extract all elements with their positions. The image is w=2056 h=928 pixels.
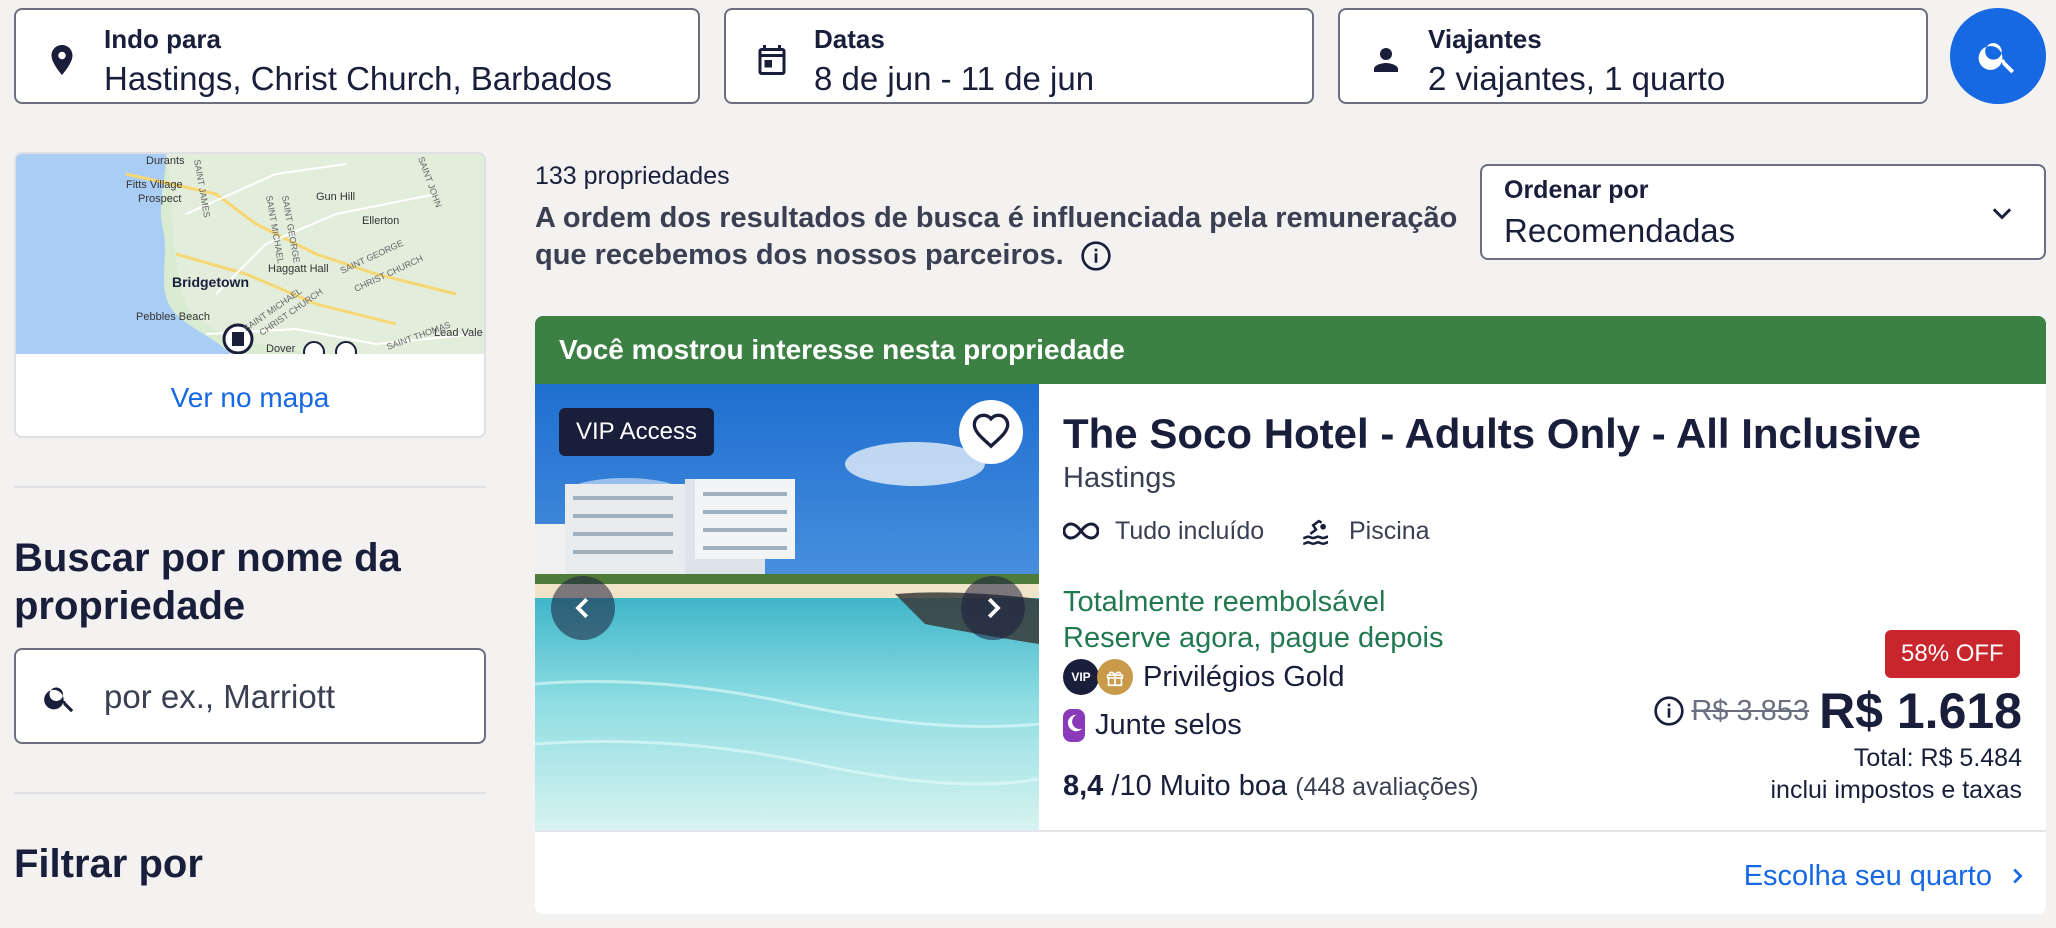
collect-stamps: Junte selos <box>1063 706 1242 744</box>
chevron-right-icon <box>987 597 1001 619</box>
person-icon <box>1374 48 1398 72</box>
hotel-name[interactable]: The Soco Hotel - Adults Only - All Inclu… <box>1063 410 1921 458</box>
map-label: Durants <box>146 155 185 167</box>
info-icon[interactable] <box>1080 240 1112 272</box>
map-label: Haggatt Hall <box>268 263 329 275</box>
map-label: Dover <box>266 343 296 354</box>
search-button[interactable] <box>1950 8 2046 104</box>
travelers-field[interactable]: Viajantes 2 viajantes, 1 quarto <box>1338 8 1928 104</box>
vip-access-badge: VIP Access <box>559 408 714 456</box>
dates-value: 8 de jun - 11 de jun <box>814 60 1095 97</box>
infinity-icon <box>1063 522 1099 540</box>
review-count: (448 avaliações) <box>1295 773 1479 801</box>
vip-icon: VIP <box>1063 659 1099 695</box>
location-pin-icon <box>51 45 73 75</box>
amenity-label: Piscina <box>1349 516 1430 545</box>
destination-field[interactable]: Indo para Hastings, Christ Church, Barba… <box>14 8 700 104</box>
total-price: Total: R$ 5.484 <box>1853 744 2022 772</box>
view-map-link[interactable]: Ver no mapa <box>16 382 484 414</box>
amenity-label: Tudo incluído <box>1115 516 1265 545</box>
pay-later-text: Reserve agora, pague depois <box>1063 622 1444 654</box>
property-name-input[interactable] <box>104 674 464 720</box>
pool-icon <box>1303 519 1329 546</box>
search-icon <box>1978 43 2015 74</box>
sort-value: Recomendadas <box>1504 212 1736 249</box>
map-card[interactable]: Durants Fitts Village Prospect Gun Hill … <box>14 152 486 438</box>
travelers-label: Viajantes <box>1428 24 1542 54</box>
map-label: Gun Hill <box>316 191 355 203</box>
current-price: R$ 1.618 <box>1819 683 2022 739</box>
ranking-disclaimer: A ordem dos resultados de busca é influe… <box>535 200 1465 274</box>
moon-stamp-icon <box>1063 708 1085 742</box>
gold-privileges: VIP Privilégios Gold <box>1063 658 1344 696</box>
disclaimer-text: A ordem dos resultados de busca é influe… <box>535 202 1458 271</box>
search-icon <box>44 687 74 713</box>
destination-value: Hastings, Christ Church, Barbados <box>104 60 613 97</box>
choose-room-label: Escolha seu quarto <box>1743 859 1992 892</box>
privileges-label: Privilégios Gold <box>1143 660 1345 693</box>
destination-label: Indo para <box>104 24 222 54</box>
amenity-all-inclusive: Tudo incluído <box>1063 512 1264 550</box>
property-name-search-title: Buscar por nome da propriedade <box>14 536 401 628</box>
sort-label: Ordenar por <box>1504 176 1649 204</box>
calendar-icon <box>758 45 786 75</box>
map-label: Prospect <box>138 193 181 205</box>
hotel-location: Hastings <box>1063 462 1176 494</box>
previous-photo-button[interactable] <box>551 576 615 640</box>
interest-banner: Você mostrou interesse nesta propriedade <box>535 316 2046 384</box>
property-photo[interactable]: VIP Access <box>535 384 1039 830</box>
choose-room-link[interactable]: Escolha seu quarto <box>1744 856 2028 896</box>
map-label: Ellerton <box>362 215 399 227</box>
heart-icon <box>972 413 1010 449</box>
property-name-search-box[interactable] <box>14 648 486 744</box>
refundable-text: Totalmente reembolsável <box>1063 586 1386 618</box>
rating-score: 8,4 <box>1063 770 1104 802</box>
info-icon[interactable] <box>1653 695 1685 727</box>
next-photo-button[interactable] <box>961 576 1025 640</box>
chevron-left-icon <box>575 597 589 619</box>
discount-badge: 58% OFF <box>1885 630 2020 678</box>
map-label: Bridgetown <box>172 274 249 290</box>
property-card[interactable]: Você mostrou interesse nesta propriedade <box>535 316 2046 914</box>
dates-label: Datas <box>814 24 885 54</box>
gift-icon <box>1097 659 1133 695</box>
interest-banner-text: Você mostrou interesse nesta propriedade <box>559 334 1125 365</box>
filter-title: Filtrar por <box>14 842 203 886</box>
chevron-down-icon <box>1992 208 2012 220</box>
travelers-value: 2 viajantes, 1 quarto <box>1428 60 1726 97</box>
amenity-pool: Piscina <box>1299 512 1430 550</box>
result-count: 133 propriedades <box>535 162 730 190</box>
rating-scale: /10 Muito boa <box>1111 770 1288 802</box>
chevron-right-icon <box>2013 868 2023 884</box>
map-thumbnail[interactable]: Durants Fitts Village Prospect Gun Hill … <box>16 154 484 354</box>
card-divider <box>535 830 2046 832</box>
original-price: R$ 3.853 <box>1691 694 1810 727</box>
section-divider <box>14 486 486 488</box>
map-label: Pebbles Beach <box>136 311 210 323</box>
stamps-label: Junte selos <box>1095 708 1242 741</box>
taxes-note: inclui impostos e taxas <box>1770 776 2022 804</box>
price-row: R$ 3.853 R$ 1.618 <box>1653 680 2022 742</box>
map-label: Fitts Village <box>126 179 183 191</box>
dates-field[interactable]: Datas 8 de jun - 11 de jun <box>724 8 1314 104</box>
favorite-button[interactable] <box>959 400 1023 464</box>
guest-rating: 8,4 /10 Muito boa (448 avaliações) <box>1063 770 1479 803</box>
sort-dropdown[interactable]: Ordenar por Recomendadas <box>1480 164 2046 260</box>
section-divider <box>14 792 486 794</box>
